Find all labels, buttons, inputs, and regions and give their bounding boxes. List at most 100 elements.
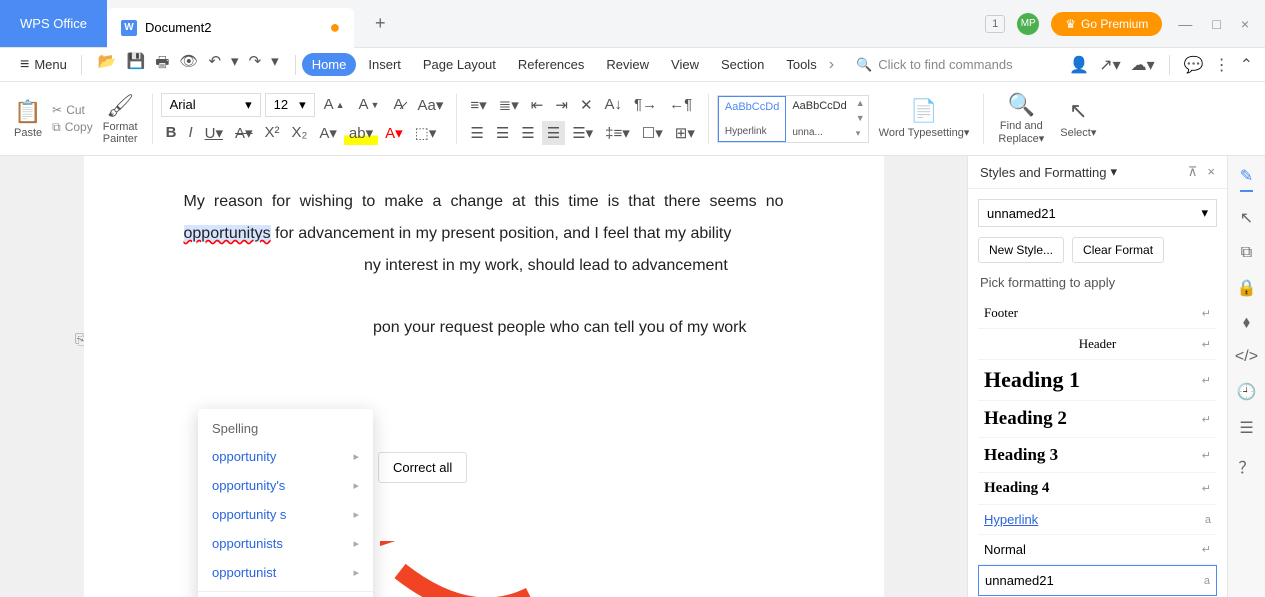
collapse-ribbon-icon[interactable]: ⌃ xyxy=(1240,55,1253,75)
save-cloud-icon[interactable]: ☁▾ xyxy=(1131,55,1155,75)
open-icon[interactable]: 📂 xyxy=(96,50,119,79)
italic-button[interactable]: I xyxy=(183,121,197,145)
tab-tools[interactable]: Tools xyxy=(776,53,826,76)
font-color-button[interactable]: A▾ xyxy=(380,121,408,145)
shading-button[interactable]: ☐▾ xyxy=(637,121,668,145)
style-list[interactable]: Footer↵ Header↵ Heading 1↵ Heading 2↵ He… xyxy=(968,298,1227,597)
tab-overflow-icon[interactable]: › xyxy=(829,56,834,74)
comment-icon[interactable]: 💬 xyxy=(1184,55,1204,75)
strikethrough-button[interactable]: A▾ xyxy=(230,121,258,145)
suggestion-item[interactable]: opportunity s▸ xyxy=(198,500,373,529)
rtl-button[interactable]: ←¶ xyxy=(664,93,697,117)
gallery-down-icon[interactable]: ▼ xyxy=(856,113,865,123)
underline-button[interactable]: U▾ xyxy=(200,121,228,145)
align-right-button[interactable]: ☰ xyxy=(516,121,539,145)
print-icon[interactable]: 🖶 xyxy=(153,50,171,79)
style-list-item[interactable]: Heading 1↵ xyxy=(978,360,1217,401)
superscript-button[interactable]: X² xyxy=(260,121,285,145)
numbering-button[interactable]: ≣▾ xyxy=(494,93,524,117)
tab-page-layout[interactable]: Page Layout xyxy=(413,53,506,76)
command-search[interactable]: 🔍 Click to find commands xyxy=(856,57,1067,73)
window-close[interactable]: × xyxy=(1237,12,1253,36)
align-center-button[interactable]: ☰ xyxy=(491,121,514,145)
spelling-error[interactable]: opportunitys xyxy=(184,225,271,242)
gallery-up-icon[interactable]: ▲ xyxy=(856,98,865,108)
increase-font-button[interactable]: A▲ xyxy=(319,93,350,116)
tab-home[interactable]: Home xyxy=(302,53,357,76)
highlight-button[interactable]: ab▾ xyxy=(344,121,378,145)
main-menu-button[interactable]: ≡ Menu xyxy=(12,52,75,78)
font-name-select[interactable]: Arial▾ xyxy=(161,93,261,117)
window-maximize[interactable]: □ xyxy=(1208,12,1224,36)
style-gallery-item[interactable]: AaBbCcDd unna... xyxy=(786,96,852,142)
borders-button[interactable]: ⊞▾ xyxy=(670,121,700,145)
correct-all-button[interactable]: Correct all xyxy=(378,452,467,483)
style-gallery[interactable]: AaBbCcDd Hyperlink AaBbCcDd unna... ▲ ▼ … xyxy=(717,95,869,143)
history-icon[interactable]: 🕘 xyxy=(1237,382,1257,402)
gallery-more-icon[interactable]: ▾ xyxy=(856,128,865,139)
user-icon[interactable]: 👤 xyxy=(1069,55,1089,75)
suggestion-item[interactable]: opportunity▸ xyxy=(198,442,373,471)
redo-dropdown-icon[interactable]: ▾ xyxy=(269,50,281,79)
save-icon[interactable]: 💾 xyxy=(125,50,148,79)
suggestion-item[interactable]: opportunists▸ xyxy=(198,529,373,558)
tab-insert[interactable]: Insert xyxy=(358,53,411,76)
paste-group[interactable]: 📋 Paste xyxy=(8,99,48,139)
decrease-indent-button[interactable]: ⇤ xyxy=(526,93,549,117)
new-style-button[interactable]: New Style... xyxy=(978,237,1064,263)
format-pane-icon[interactable]: ✎ xyxy=(1240,166,1253,192)
current-style-select[interactable]: unnamed21 ▾ xyxy=(978,199,1217,227)
document-tab[interactable]: W Document2 ● xyxy=(107,8,354,48)
char-border-button[interactable]: ⬚▾ xyxy=(410,121,442,145)
subscript-button[interactable]: X₂ xyxy=(287,121,313,145)
line-spacing-button[interactable]: ‡≡▾ xyxy=(600,121,635,145)
align-justify-button[interactable]: ☰ xyxy=(542,121,565,145)
code-icon[interactable]: </> xyxy=(1235,348,1258,366)
copy-button[interactable]: ⧉Copy xyxy=(52,120,93,135)
text-direction-button[interactable]: A↓ xyxy=(600,93,628,117)
lock-icon[interactable]: 🔒 xyxy=(1237,278,1257,298)
select-button[interactable]: ↖ Select▾ xyxy=(1054,98,1102,139)
help-icon[interactable]: ？ xyxy=(1238,454,1254,478)
print-preview-icon[interactable]: 👁 xyxy=(177,50,200,79)
decrease-font-button[interactable]: A▼ xyxy=(354,93,385,116)
style-list-item[interactable]: Heading 4↵ xyxy=(978,473,1217,505)
increase-indent-button[interactable]: ⇥ xyxy=(550,93,573,117)
window-badge[interactable]: 1 xyxy=(985,15,1005,33)
ltr-button[interactable]: ¶→ xyxy=(629,93,662,117)
text-effects-button[interactable]: A▾ xyxy=(314,121,342,145)
select-pane-icon[interactable]: ↖ xyxy=(1240,208,1253,228)
outline-icon[interactable]: ☰ xyxy=(1239,418,1253,438)
clear-formatting-button[interactable]: A̷ xyxy=(388,93,408,116)
clear-format-button[interactable]: Clear Format xyxy=(1072,237,1164,263)
align-left-button[interactable]: ☰ xyxy=(465,121,488,145)
style-list-item[interactable]: Heading 3↵ xyxy=(978,438,1217,473)
tab-review[interactable]: Review xyxy=(596,53,659,76)
style-gallery-item[interactable]: AaBbCcDd Hyperlink xyxy=(718,96,786,142)
pin-icon[interactable]: ⊼ xyxy=(1188,164,1198,180)
tab-references[interactable]: References xyxy=(508,53,594,76)
document-area[interactable]: ⎘▾ My reason for wishing to make a chang… xyxy=(0,156,967,597)
find-replace-button[interactable]: 🔍 Find and Replace▾ xyxy=(992,92,1050,145)
undo-dropdown-icon[interactable]: ▾ xyxy=(229,50,241,79)
distribute-button[interactable]: ☰▾ xyxy=(567,121,598,145)
style-list-item[interactable]: Footer↵ xyxy=(978,298,1217,329)
change-case-button[interactable]: Aa▾ xyxy=(412,93,448,117)
style-list-item[interactable]: Heading 2↵ xyxy=(978,401,1217,438)
font-size-select[interactable]: 12▾ xyxy=(265,93,315,117)
word-typesetting-button[interactable]: 📄 Word Typesetting▾ xyxy=(873,98,976,139)
undo-icon[interactable]: ↶ xyxy=(206,50,223,79)
cut-button[interactable]: ✂Cut xyxy=(52,103,93,117)
user-avatar[interactable]: MP xyxy=(1017,13,1039,35)
style-list-item[interactable]: Normal↵ xyxy=(978,535,1217,565)
style-list-item[interactable]: Hyperlinka xyxy=(978,505,1217,535)
share-icon[interactable]: ↗▾ xyxy=(1099,55,1120,75)
window-minimize[interactable]: — xyxy=(1174,12,1196,36)
bookmark-icon[interactable]: ⬧ xyxy=(1243,314,1250,332)
redo-icon[interactable]: ↷ xyxy=(247,50,264,79)
panel-title[interactable]: Styles and Formatting▾ xyxy=(980,164,1117,180)
clipboard-pane-icon[interactable]: ⧉ xyxy=(1241,244,1252,262)
tab-view[interactable]: View xyxy=(661,53,709,76)
app-tab[interactable]: WPS Office xyxy=(0,0,107,47)
bold-button[interactable]: B xyxy=(161,121,182,145)
